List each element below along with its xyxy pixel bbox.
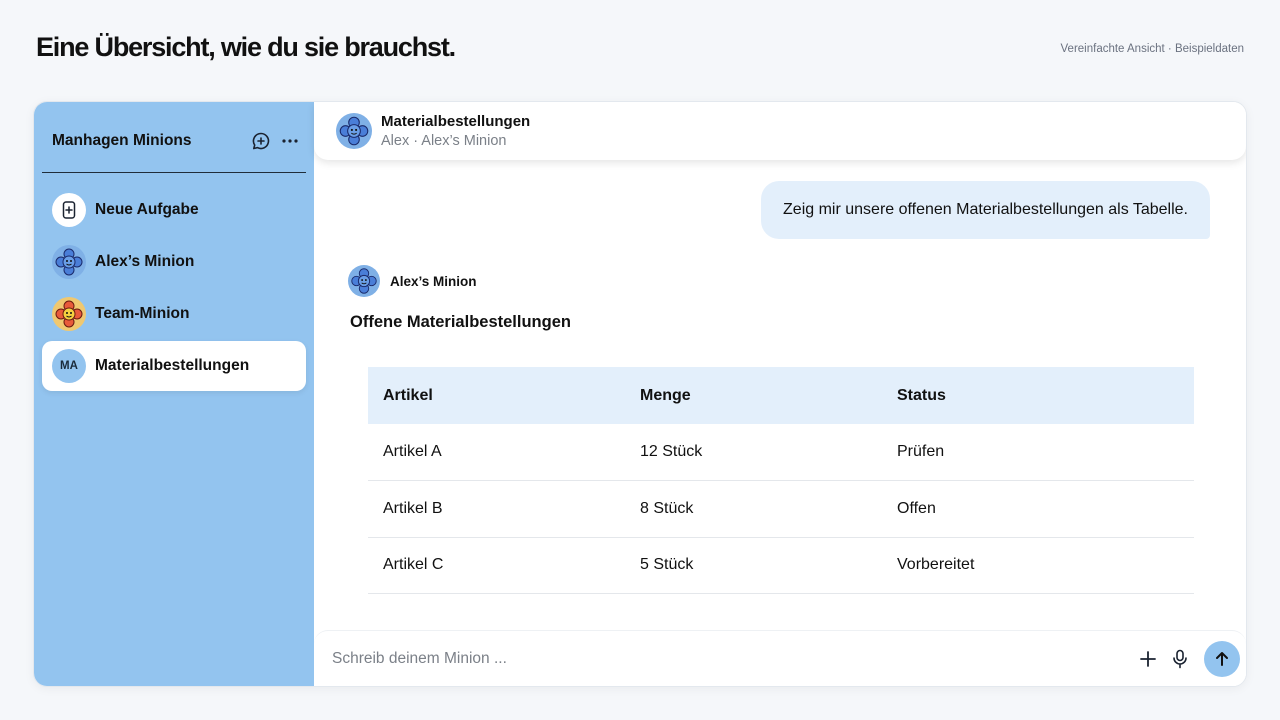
chat-panel: Materialbestellungen Alex · Alex’s Minio… (314, 102, 1246, 686)
sidebar-item-team-minion[interactable]: Team-Minion (42, 289, 306, 339)
sidebar-item-label: Materialbestellungen (95, 357, 250, 374)
chat-header: Materialbestellungen Alex · Alex’s Minio… (314, 102, 1246, 160)
message-composer (314, 630, 1246, 686)
sidebar-item-label: Alex’s Minion (95, 253, 195, 270)
table-header: Status (882, 367, 1194, 424)
minion-orange-avatar (52, 297, 86, 331)
initials-avatar: MA (52, 349, 86, 383)
chat-title: Materialbestellungen (381, 113, 531, 130)
chat-subtitle: Alex · Alex’s Minion (381, 133, 507, 149)
table-header-row: Artikel Menge Status (368, 367, 1194, 424)
table-cell: Offen (882, 480, 1194, 538)
sidebar-item-materialbestellungen[interactable]: MA Materialbestellungen (42, 341, 306, 391)
bot-name: Alex’s Minion (390, 274, 477, 289)
sidebar-item-label: Neue Aufgabe (95, 201, 199, 218)
sidebar: Manhagen Minions Neue Aufgabe Alex’s Min… (34, 102, 314, 686)
sidebar-item-label: Team-Minion (95, 305, 190, 322)
sidebar-header: Manhagen Minions (42, 102, 306, 173)
page-title: Eine Übersicht, wie du sie brauchst. (36, 32, 456, 62)
microphone-icon[interactable] (1168, 647, 1192, 671)
bot-heading: Offene Materialbestellungen (350, 313, 571, 331)
sidebar-item-new-task[interactable]: Neue Aufgabe (42, 185, 306, 235)
table-row: Artikel C 5 Stück Vorbereitet (368, 537, 1194, 594)
message-input[interactable] (332, 648, 1092, 670)
send-arrow-icon (1216, 652, 1228, 666)
table-cell: 12 Stück (625, 424, 882, 481)
new-chat-icon[interactable] (251, 131, 271, 151)
table-cell: Vorbereitet (882, 537, 1194, 594)
more-icon[interactable] (280, 131, 300, 151)
table-cell: Artikel C (368, 537, 625, 594)
table-row: Artikel B 8 Stück Offen (368, 480, 1194, 538)
sidebar-title: Manhagen Minions (52, 132, 192, 149)
minion-blue-avatar (52, 245, 86, 279)
table-header: Artikel (368, 367, 625, 424)
minion-blue-avatar (348, 265, 380, 297)
table-cell: 8 Stück (625, 480, 882, 538)
sidebar-list: Neue Aufgabe Alex’s Minion Team-Minion M… (42, 185, 306, 393)
app-window: Manhagen Minions Neue Aufgabe Alex’s Min… (33, 101, 1247, 687)
table-cell: Artikel B (368, 480, 625, 538)
sidebar-item-alex-minion[interactable]: Alex’s Minion (42, 237, 306, 287)
user-message-bubble: Zeig mir unsere offenen Materialbestellu… (761, 181, 1210, 239)
orders-table: Artikel Menge Status Artikel A 12 Stück … (368, 367, 1194, 594)
table-cell: Prüfen (882, 424, 1194, 481)
send-button[interactable] (1204, 641, 1240, 677)
plus-icon[interactable] (1136, 647, 1160, 671)
table-cell: Artikel A (368, 424, 625, 481)
table-cell: 5 Stück (625, 537, 882, 594)
minion-blue-avatar (336, 113, 372, 149)
new-task-icon (52, 193, 86, 227)
table-header: Menge (625, 367, 882, 424)
table-row: Artikel A 12 Stück Prüfen (368, 424, 1194, 481)
page-note: Vereinfachte Ansicht · Beispieldaten (1060, 43, 1244, 55)
